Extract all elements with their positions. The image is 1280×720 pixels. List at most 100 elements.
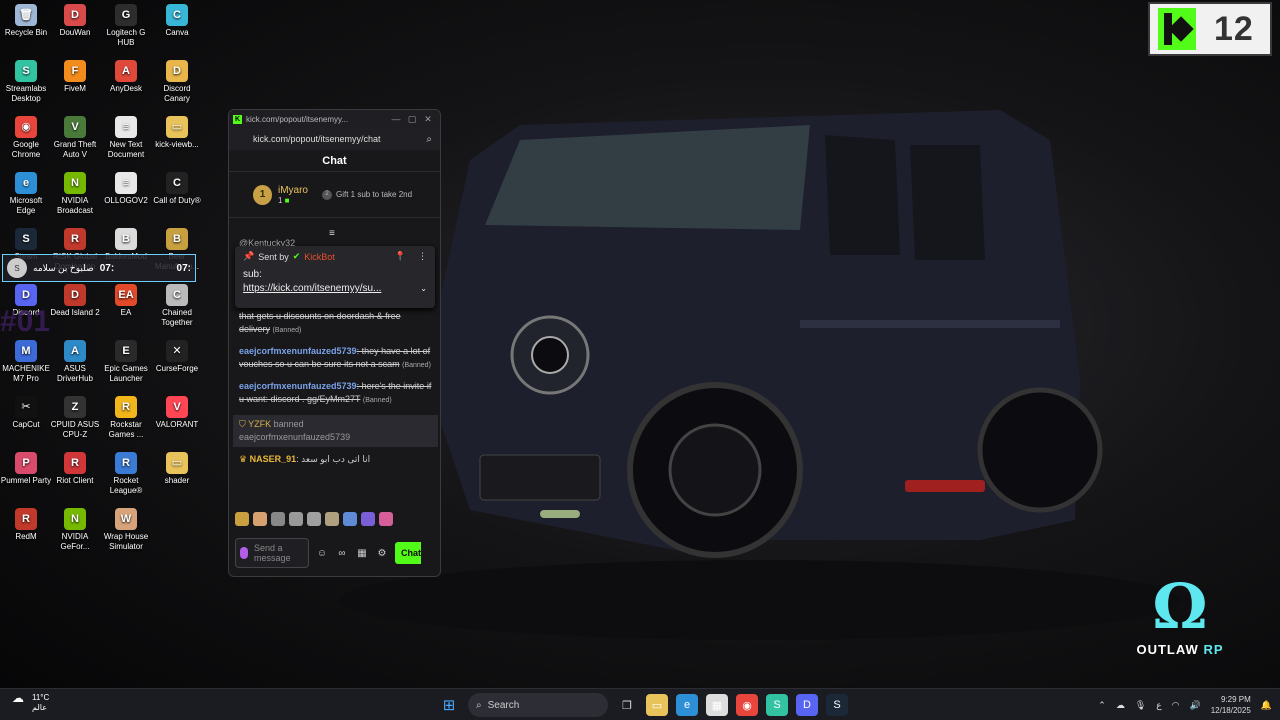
- desktop-icon[interactable]: ◉ Google Chrome: [0, 116, 52, 160]
- desktop-icon[interactable]: ≡ New Text Document: [100, 116, 152, 160]
- emote-icon[interactable]: [343, 512, 357, 526]
- desktop-icon[interactable]: F FiveM: [49, 60, 101, 94]
- file-explorer-icon[interactable]: ▭: [646, 694, 668, 716]
- discord-icon[interactable]: D: [796, 694, 818, 716]
- emote-icon[interactable]: [307, 512, 321, 526]
- desktop-icon[interactable]: A ASUS DriverHub: [49, 340, 101, 384]
- desktop-icon-label: Canva: [165, 28, 189, 37]
- desktop-icon[interactable]: G Logitech G HUB: [100, 4, 152, 48]
- desktop-icon[interactable]: R Riot Client: [49, 452, 101, 486]
- chevron-up-icon[interactable]: ⌃: [1098, 700, 1106, 711]
- gift-prompt: Gift 1 sub to take 2nd: [336, 190, 413, 199]
- cloud-icon[interactable]: ☁: [1116, 700, 1125, 711]
- desktop-icon[interactable]: ✂ CapCut: [0, 396, 52, 430]
- steam-icon[interactable]: S: [826, 694, 848, 716]
- chrome-icon[interactable]: ◉: [736, 694, 758, 716]
- message-user[interactable]: eaejcorfmxenunfauzed5739: [239, 346, 357, 356]
- weather-widget[interactable]: ☁ 11°C عالم: [12, 691, 49, 713]
- folder-icon: ▭: [166, 116, 188, 138]
- epic-icon: E: [115, 340, 137, 362]
- filter-icon[interactable]: ≡: [329, 228, 335, 239]
- desktop-icon[interactable]: M MACHENIKE M7 Pro: [0, 340, 52, 384]
- message-user[interactable]: eaejcorfmxenunfauzed5739: [239, 381, 357, 391]
- wrap-house-icon: W: [115, 508, 137, 530]
- outlaw-rp-logo: Ω OUTLAW RP: [1120, 572, 1240, 680]
- emote-icon[interactable]: [361, 512, 375, 526]
- emote-icon[interactable]: [379, 512, 393, 526]
- desktop-icon-label: NVIDIA Broadcast: [56, 196, 94, 215]
- leader-name[interactable]: iMyaro: [278, 185, 308, 196]
- desktop-icon[interactable]: W Wrap House Simulator: [100, 508, 152, 552]
- taskbar-search[interactable]: ⌕ Search: [468, 693, 608, 717]
- mod-target[interactable]: eaejcorfmxenunfauzed5739: [239, 432, 350, 442]
- notification-bell-icon[interactable]: 🔔: [1261, 700, 1272, 711]
- desktop-icon[interactable]: C Call of Duty®: [151, 172, 203, 206]
- minimize-button[interactable]: —: [388, 114, 404, 124]
- riot-icon: R: [64, 452, 86, 474]
- desktop-icon[interactable]: ▭ kick-viewb...: [151, 116, 203, 150]
- window-titlebar[interactable]: K kick.com/popout/itsenemyy... — ▢ ✕: [229, 110, 440, 128]
- desktop-icon[interactable]: Z CPUID ASUS CPU-Z: [49, 396, 101, 440]
- close-button[interactable]: ✕: [420, 114, 436, 125]
- message-user[interactable]: NASER_91: [250, 454, 297, 464]
- desktop-icon[interactable]: ▭ shader: [151, 452, 203, 486]
- points-icon[interactable]: ∞: [335, 548, 349, 559]
- desktop-icon[interactable]: A AnyDesk: [100, 60, 152, 94]
- desktop-icon[interactable]: e Microsoft Edge: [0, 172, 52, 216]
- desktop-icon[interactable]: V Grand Theft Auto V: [49, 116, 101, 160]
- volume-icon[interactable]: 🔊: [1190, 700, 1201, 711]
- emote-icon[interactable]: [325, 512, 339, 526]
- desktop-icon[interactable]: D DouWan: [49, 4, 101, 38]
- address-bar[interactable]: kick.com/popout/itsenemyy/chat ⌕: [229, 128, 440, 150]
- chat-message: eaejcorfmxenunfauzed5739: they have a lo…: [239, 345, 432, 372]
- moderator-name[interactable]: YZFK: [248, 419, 271, 429]
- pinned-bot-name[interactable]: KickBot: [304, 252, 335, 262]
- zoom-icon[interactable]: ⌕: [426, 134, 432, 145]
- chevron-down-icon[interactable]: ⌄: [420, 282, 427, 296]
- task-view-icon[interactable]: ❐: [616, 694, 638, 716]
- desktop-icon[interactable]: S Streamlabs Desktop: [0, 60, 52, 104]
- desktop-icon[interactable]: C Chained Together: [151, 284, 203, 328]
- taskbar-clock[interactable]: 9:29 PM 12/18/2025: [1211, 694, 1251, 716]
- desktop-icon[interactable]: N NVIDIA Broadcast: [49, 172, 101, 216]
- emote-icon[interactable]: [235, 512, 249, 526]
- settings-gear-icon[interactable]: ⚙: [375, 548, 389, 559]
- store-icon[interactable]: ▦: [706, 694, 728, 716]
- emote-icon[interactable]: [271, 512, 285, 526]
- desktop-icon[interactable]: D Dead Island 2: [49, 284, 101, 318]
- chat-popout-window[interactable]: K kick.com/popout/itsenemyy... — ▢ ✕ kic…: [228, 109, 441, 577]
- wifi-icon[interactable]: ◠: [1172, 700, 1180, 711]
- desktop-icon[interactable]: V VALORANT: [151, 396, 203, 430]
- maximize-button[interactable]: ▢: [404, 114, 420, 125]
- desktop-icon[interactable]: D Discord Canary: [151, 60, 203, 104]
- streamlabs-icon[interactable]: S: [766, 694, 788, 716]
- desktop-icon[interactable]: ✕ CurseForge: [151, 340, 203, 374]
- desktop-icon[interactable]: ≡ OLLOGOV2: [100, 172, 152, 206]
- desktop-icon[interactable]: R RedM: [0, 508, 52, 542]
- weather-icon: ☁: [12, 691, 24, 705]
- desktop-icon[interactable]: 🗑 Recycle Bin: [0, 4, 52, 38]
- desktop-icon[interactable]: E Epic Games Launcher: [100, 340, 152, 384]
- emote-icon[interactable]: [289, 512, 303, 526]
- edge-icon[interactable]: e: [676, 694, 698, 716]
- microphone-icon[interactable]: [240, 547, 248, 559]
- microphone-tray-icon[interactable]: 🎙: [1135, 700, 1146, 711]
- desktop-icon[interactable]: C Canva: [151, 4, 203, 38]
- more-options-icon[interactable]: ⋮: [418, 251, 427, 262]
- send-chat-button[interactable]: Chat: [395, 542, 421, 564]
- pinned-link[interactable]: https://kick.com/itsenemyy/su...: [243, 282, 420, 296]
- emote-picker-icon[interactable]: ☺: [315, 548, 329, 559]
- desktop-icon[interactable]: R Rocket League®: [100, 452, 152, 496]
- desktop-icon[interactable]: R Rockstar Games ...: [100, 396, 152, 440]
- store-icon[interactable]: ▦: [355, 548, 369, 559]
- pinned-message[interactable]: 📌 Sent by ✔ KickBot 📍 ⋮ sub: https://kic…: [235, 246, 435, 308]
- desktop-icon[interactable]: P Pummel Party: [0, 452, 52, 486]
- chat-input[interactable]: Send a message: [235, 538, 309, 568]
- kick-favicon-icon: K: [233, 114, 242, 124]
- language-indicator[interactable]: ع: [1156, 700, 1161, 711]
- unpin-icon[interactable]: 📍: [395, 251, 406, 262]
- start-windows-icon[interactable]: ⊞: [438, 694, 460, 716]
- emote-icon[interactable]: [253, 512, 267, 526]
- desktop-icon[interactable]: N NVIDIA GeFor...: [49, 508, 101, 552]
- desktop-icon[interactable]: EA EA: [100, 284, 152, 318]
